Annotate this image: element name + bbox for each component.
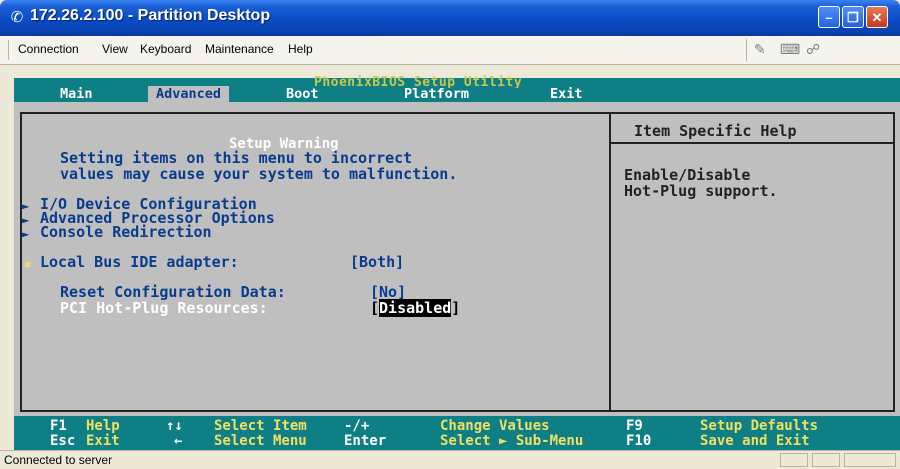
toolbar-separator (746, 39, 747, 61)
bios-menu-bar: Main Advanced Boot Platform Exit (14, 86, 900, 102)
status-panel (844, 453, 896, 467)
bios-tab-advanced[interactable]: Advanced (148, 86, 230, 102)
remote-desktop-icon: ✆ (10, 9, 24, 26)
warning-line: values may cause your system to malfunct… (60, 165, 458, 183)
key-desc: Save and Exit (700, 433, 810, 449)
key-desc: Select ► Sub-Menu (440, 433, 584, 449)
connect-icon[interactable]: ✎ (754, 41, 766, 58)
menu-keyboard[interactable]: Keyboard (140, 42, 191, 56)
key-desc: Change Values (440, 418, 550, 434)
bios-tab-main[interactable]: Main (60, 86, 93, 102)
bios-tab-boot[interactable]: Boot (286, 86, 319, 102)
keyboard-icon[interactable]: ⌨ (780, 41, 800, 58)
help-line: Hot-Plug support. (624, 182, 778, 200)
key-desc: Select Menu (214, 433, 307, 449)
key-f9: F9 (626, 418, 643, 434)
key-enter: Enter (344, 433, 387, 449)
menu-bar: Connection View Keyboard Maintenance Hel… (0, 36, 900, 65)
help-title: Item Specific Help (634, 122, 797, 140)
key-esc: Esc (50, 433, 76, 449)
key-updown: ↑↓ (166, 418, 183, 434)
bios-tab-exit[interactable]: Exit (550, 86, 583, 102)
status-text: Connected to server (4, 453, 113, 467)
submenu-arrow-icon: ► (22, 227, 30, 241)
bios-footer: F1 Help ↑↓ Select Item -/+ Change Values… (14, 416, 900, 450)
setting-value-local-bus-ide[interactable]: [Both] (350, 254, 404, 271)
key-f10: F10 (626, 433, 652, 449)
key-desc: Setup Defaults (700, 418, 819, 434)
setting-label-pci-hotplug: PCI Hot-Plug Resources: (60, 299, 268, 317)
help-panel (609, 112, 895, 412)
network-icon[interactable]: ☍ (806, 41, 820, 58)
key-desc: Help (86, 418, 120, 434)
help-divider (609, 142, 895, 144)
menu-maintenance[interactable]: Maintenance (205, 42, 274, 56)
bios-screen[interactable]: PhoenixBIOS Setup Utility Main Advanced … (14, 75, 900, 450)
key-f1: F1 (50, 418, 67, 434)
status-panel (780, 453, 808, 467)
selected-value: Disabled (379, 299, 452, 317)
menu-grip (8, 40, 12, 60)
key-plusminus: -/+ (344, 418, 370, 434)
key-leftright: ← (174, 433, 183, 449)
menu-help[interactable]: Help (288, 42, 313, 56)
key-desc: Select Item (214, 418, 307, 434)
close-button[interactable]: ✕ (866, 6, 888, 28)
bios-tab-platform[interactable]: Platform (404, 86, 469, 102)
submenu-console-redirection[interactable]: Console Redirection (40, 224, 212, 241)
minimize-button[interactable]: – (818, 6, 840, 28)
key-desc: Exit (86, 433, 120, 449)
setting-label-local-bus-ide: Local Bus IDE adapter: (40, 253, 239, 271)
setting-value-pci-hotplug[interactable]: [Disabled] (370, 299, 460, 317)
locked-item-bullet-icon: ✱ (24, 257, 32, 271)
status-panel (812, 453, 840, 467)
title-bar: ✆ 172.26.2.100 - Partition Desktop – ❐ ✕ (0, 0, 900, 36)
menu-connection[interactable]: Connection (18, 42, 79, 56)
maximize-button[interactable]: ❐ (842, 6, 864, 28)
status-bar: Connected to server (0, 450, 900, 469)
window-title: 172.26.2.100 - Partition Desktop (30, 7, 271, 24)
menu-view[interactable]: View (102, 42, 128, 56)
